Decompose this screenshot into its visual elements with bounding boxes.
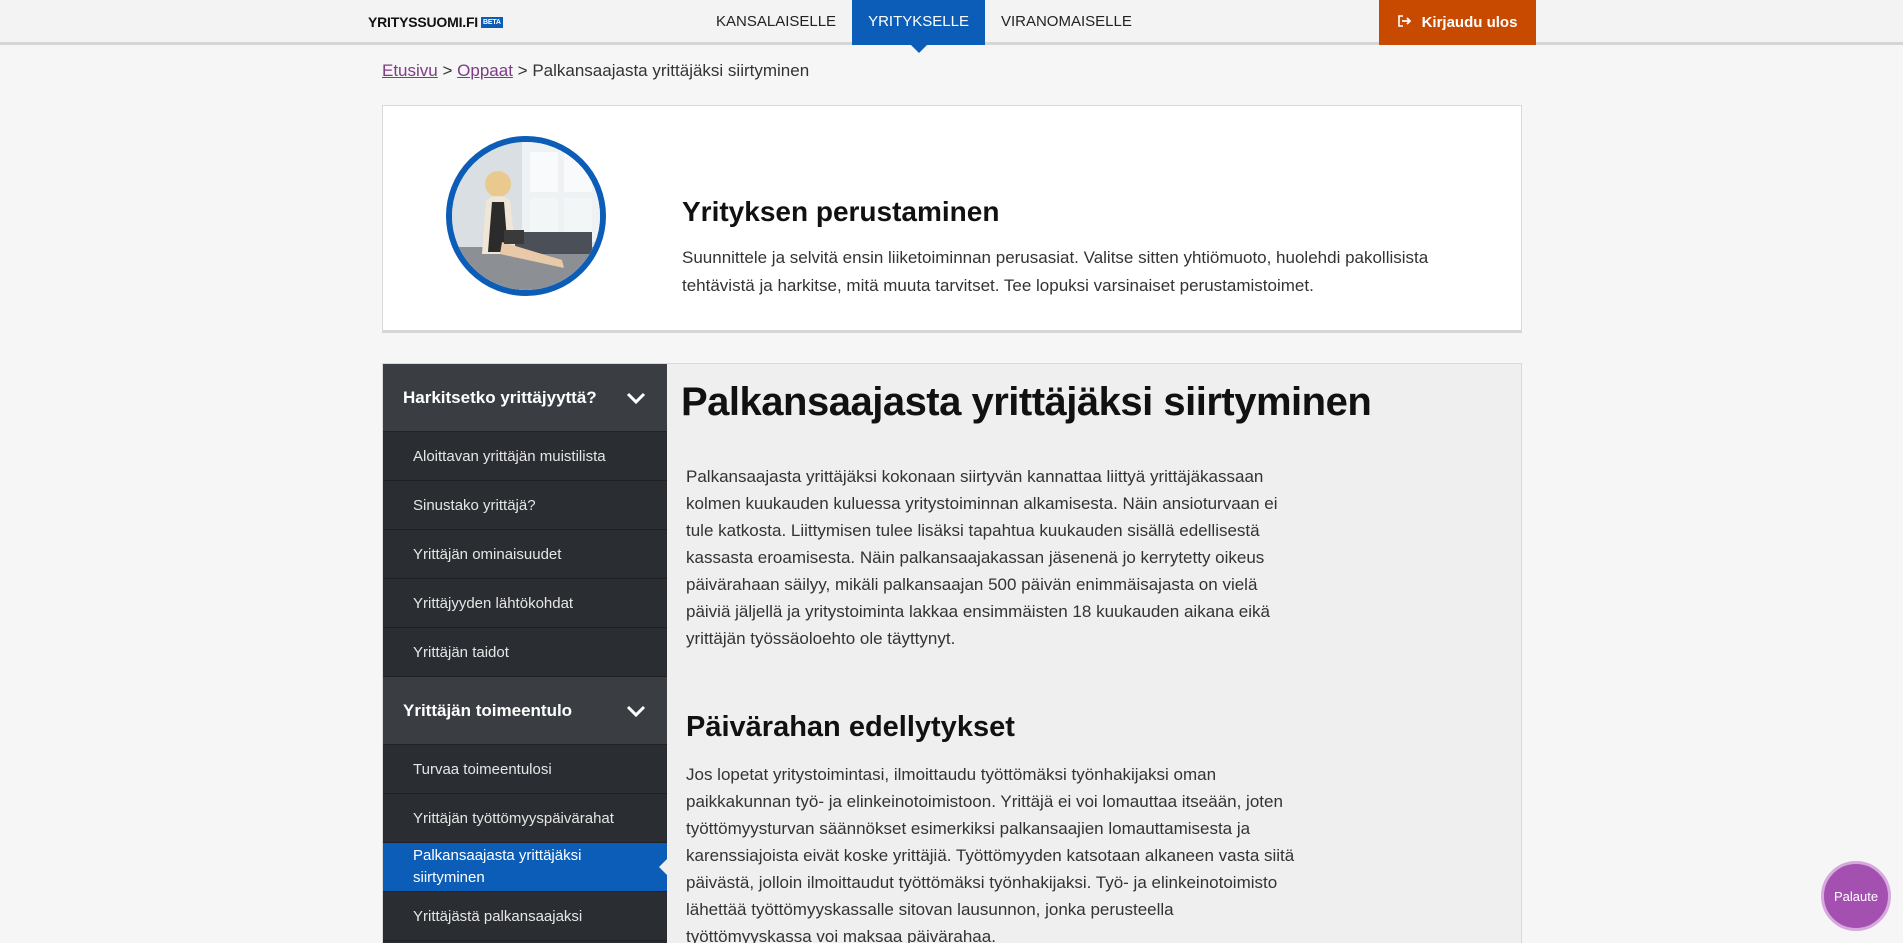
- nav-item-lahtokohdat[interactable]: Yrittäjyyden lähtökohdat: [383, 579, 667, 628]
- main-content-area: Harkitsetko yrittäjyyttä? Aloittavan yri…: [382, 363, 1522, 943]
- nav-group-label: Yrittäjän toimeentulo: [403, 700, 573, 720]
- chevron-down-icon: [625, 387, 647, 409]
- nav-item-muistilista[interactable]: Aloittavan yrittäjän muistilista: [383, 432, 667, 481]
- tab-viranomaiselle[interactable]: VIRANOMAISELLE: [985, 0, 1148, 45]
- tab-kansalaiselle[interactable]: KANSALAISELLE: [700, 0, 852, 45]
- nav-item-sinustako-yrittaja[interactable]: Sinustako yrittäjä?: [383, 481, 667, 530]
- site-logo[interactable]: YRITYSSUOMI.FI BETA: [368, 14, 503, 30]
- guide-title: Yrityksen perustaminen: [682, 196, 1000, 227]
- nav-item-taidot[interactable]: Yrittäjän taidot: [383, 628, 667, 677]
- article-paragraph: Palkansaajasta yrittäjäksi kokonaan siir…: [686, 467, 1278, 648]
- chevron-down-icon: [625, 700, 647, 722]
- nav-item-ominaisuudet[interactable]: Yrittäjän ominaisuudet: [383, 530, 667, 579]
- tab-yritykselle[interactable]: YRITYKSELLE: [852, 0, 985, 53]
- guide-description: Suunnittele ja selvitä ensin liiketoimin…: [682, 248, 1429, 295]
- article-paragraph: Jos lopetat yritystoimintasi, ilmoittaud…: [686, 765, 1295, 943]
- top-bar: YRITYSSUOMI.FI BETA KANSALAISELLE YRITYK…: [0, 0, 1903, 53]
- logout-label: Kirjaudu ulos: [1421, 14, 1518, 31]
- nav-item-yrittajasta-palkansaajaksi[interactable]: Yrittäjästä palkansaajaksi: [383, 892, 667, 941]
- breadcrumb-home-link[interactable]: Etusivu: [382, 61, 438, 80]
- nav-item-tyottomyyspaivarahat[interactable]: Yrittäjän työttömyyspäivärahat: [383, 794, 667, 843]
- sign-out-icon: [1397, 15, 1412, 30]
- breadcrumb-separator: >: [517, 61, 528, 80]
- breadcrumb-separator: >: [442, 61, 453, 80]
- side-navigation: Harkitsetko yrittäjyyttä? Aloittavan yri…: [383, 364, 668, 943]
- nav-item-palkansaajasta-yrittajaksi[interactable]: Palkansaajasta yrittäjäksi siirtyminen: [383, 843, 668, 892]
- nav-group-harkitsetko[interactable]: Harkitsetko yrittäjyyttä?: [383, 364, 667, 432]
- nav-group-label: Harkitsetko yrittäjyyttä?: [403, 387, 597, 407]
- logo-text: YRITYSSUOMI.FI: [368, 14, 478, 30]
- breadcrumb-guides-link[interactable]: Oppaat: [457, 61, 513, 80]
- article-title: Palkansaajasta yrittäjäksi siirtyminen: [681, 380, 1372, 424]
- audience-tabs: KANSALAISELLE YRITYKSELLE VIRANOMAISELLE: [700, 0, 1148, 53]
- breadcrumb: Etusivu > Oppaat > Palkansaajasta yrittä…: [382, 61, 809, 81]
- breadcrumb-current: Palkansaajasta yrittäjäksi siirtyminen: [532, 61, 810, 80]
- guide-intro-card: Yrityksen perustaminen Suunnittele ja se…: [382, 105, 1522, 333]
- section-heading: Päivärahan edellytykset: [686, 711, 1015, 743]
- feedback-button[interactable]: Palaute: [1821, 861, 1891, 931]
- guide-image: [446, 136, 606, 296]
- nav-item-turvaa-toimeentulosi[interactable]: Turvaa toimeentulosi: [383, 745, 667, 794]
- beta-badge: BETA: [481, 16, 503, 28]
- logout-button[interactable]: Kirjaudu ulos: [1379, 0, 1536, 45]
- nav-group-toimeentulo[interactable]: Yrittäjän toimeentulo: [383, 677, 667, 745]
